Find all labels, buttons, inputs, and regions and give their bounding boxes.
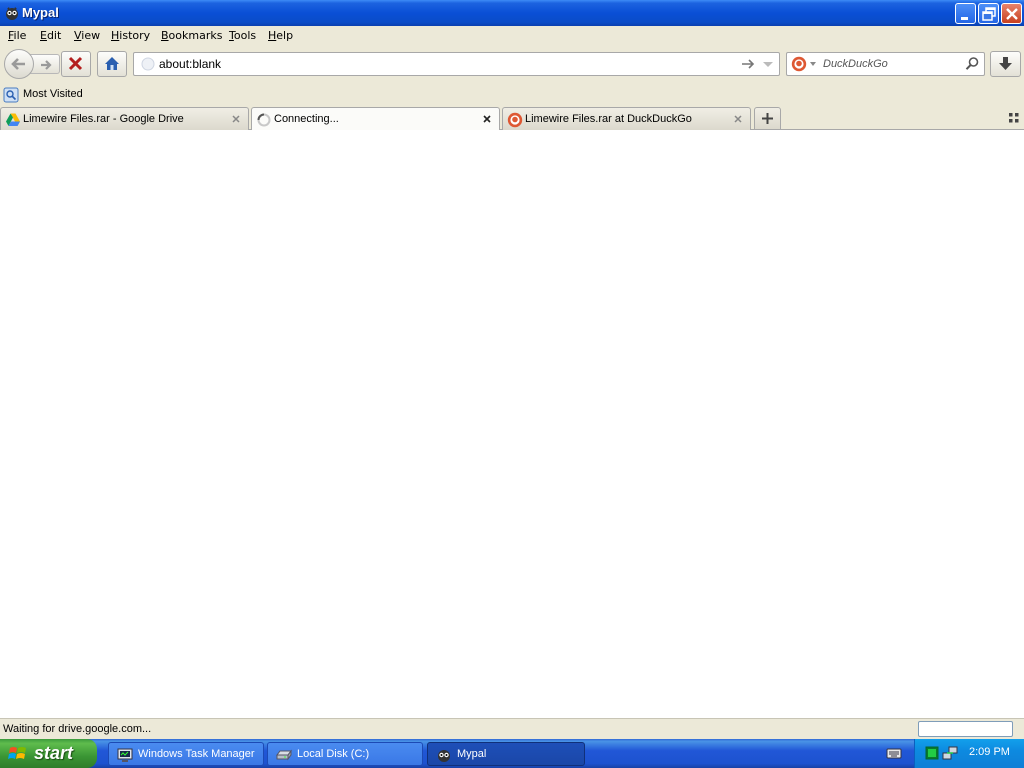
drive-icon xyxy=(276,749,292,761)
close-tab-icon[interactable] xyxy=(481,113,493,125)
search-input[interactable] xyxy=(823,56,958,72)
tab-label: Limewire Files.rar at DuckDuckGo xyxy=(525,113,692,125)
stop-icon xyxy=(68,56,83,71)
minimize-icon xyxy=(961,17,968,20)
close-tab-icon[interactable] xyxy=(732,113,744,125)
taskbar-task-manager[interactable]: Windows Task Manager xyxy=(108,742,264,766)
forward-button[interactable] xyxy=(30,54,60,74)
download-icon xyxy=(999,57,1012,70)
bookmarks-toolbar: Most Visited xyxy=(0,84,1024,106)
home-icon xyxy=(105,57,119,70)
restore-button[interactable] xyxy=(978,3,999,24)
title-bar[interactable]: Mypal xyxy=(0,0,1024,26)
menu-help[interactable]: Help xyxy=(268,29,293,42)
taskbar-local-disk[interactable]: Local Disk (C:) xyxy=(267,742,423,766)
menu-tools[interactable]: Tools xyxy=(229,29,256,42)
window-title: Mypal xyxy=(22,5,59,20)
tab-strip: Limewire Files.rar - Google Drive Connec… xyxy=(0,106,1024,131)
site-identity-icon[interactable] xyxy=(140,56,156,72)
most-visited-icon xyxy=(3,87,19,103)
most-visited-label: Most Visited xyxy=(23,88,83,100)
back-button[interactable] xyxy=(4,49,34,79)
system-tray: 2:09 PM xyxy=(914,739,1024,768)
clock[interactable]: 2:09 PM xyxy=(969,746,1010,758)
search-icon[interactable] xyxy=(964,56,980,72)
stop-button[interactable] xyxy=(61,51,91,77)
url-bar[interactable] xyxy=(133,52,780,76)
network-icon[interactable] xyxy=(942,745,958,761)
back-arrow-icon xyxy=(11,58,25,70)
url-dropdown-icon[interactable] xyxy=(761,56,775,72)
page-content-area[interactable] xyxy=(0,130,1024,718)
menu-view[interactable]: View xyxy=(74,29,100,42)
status-text: Waiting for drive.google.com... xyxy=(3,723,152,735)
close-icon xyxy=(1006,8,1018,20)
menu-file[interactable]: File xyxy=(8,29,26,42)
menu-edit[interactable]: Edit xyxy=(40,29,61,42)
forward-arrow-icon xyxy=(41,60,52,70)
url-input[interactable] xyxy=(159,56,739,72)
plus-icon xyxy=(762,113,773,124)
mypal-app-icon xyxy=(6,7,18,20)
back-forward-group xyxy=(4,49,60,79)
tab-label: Connecting... xyxy=(274,113,339,125)
start-button[interactable]: start xyxy=(0,739,97,768)
tray-app-icon[interactable] xyxy=(925,746,939,760)
tab-groups-icon[interactable] xyxy=(1008,112,1020,124)
duckduckgo-engine-icon[interactable] xyxy=(791,56,819,72)
task-manager-icon xyxy=(117,748,133,762)
downloads-button[interactable] xyxy=(990,51,1021,77)
taskbar-task-label: Local Disk (C:) xyxy=(297,748,370,760)
taskbar-task-label: Mypal xyxy=(457,748,487,760)
tab-label: Limewire Files.rar - Google Drive xyxy=(23,113,184,125)
new-tab-button[interactable] xyxy=(754,107,781,130)
menu-bar: File Edit View History Bookmarks Tools H… xyxy=(0,26,1024,46)
restore-icon xyxy=(982,7,996,21)
taskbar: start Windows Task Manager Local Disk (C… xyxy=(0,739,1024,768)
tab-connecting[interactable]: Connecting... xyxy=(251,107,500,131)
taskbar-task-label: Windows Task Manager xyxy=(138,748,255,760)
google-drive-icon xyxy=(6,113,20,126)
loading-spinner-icon xyxy=(257,113,271,127)
tab-google-drive[interactable]: Limewire Files.rar - Google Drive xyxy=(0,107,249,130)
search-bar[interactable] xyxy=(786,52,985,76)
close-window-button[interactable] xyxy=(1001,3,1022,24)
duckduckgo-icon xyxy=(507,112,523,128)
navigation-toolbar xyxy=(0,46,1024,84)
menu-bookmarks[interactable]: Bookmarks xyxy=(161,29,222,42)
taskbar-mypal[interactable]: Mypal xyxy=(427,742,585,766)
tab-duckduckgo[interactable]: Limewire Files.rar at DuckDuckGo xyxy=(502,107,751,130)
minimize-button[interactable] xyxy=(955,3,976,24)
status-progress-panel xyxy=(918,721,1013,737)
go-arrow-icon[interactable] xyxy=(740,56,756,72)
close-tab-icon[interactable] xyxy=(230,113,242,125)
start-label: start xyxy=(34,743,74,763)
mypal-icon xyxy=(438,750,450,762)
home-button[interactable] xyxy=(97,51,127,77)
windows-logo-icon xyxy=(8,747,26,759)
status-bar: Waiting for drive.google.com... xyxy=(0,718,1024,739)
menu-history[interactable]: History xyxy=(111,29,150,42)
keyboard-language-icon[interactable] xyxy=(886,746,902,760)
